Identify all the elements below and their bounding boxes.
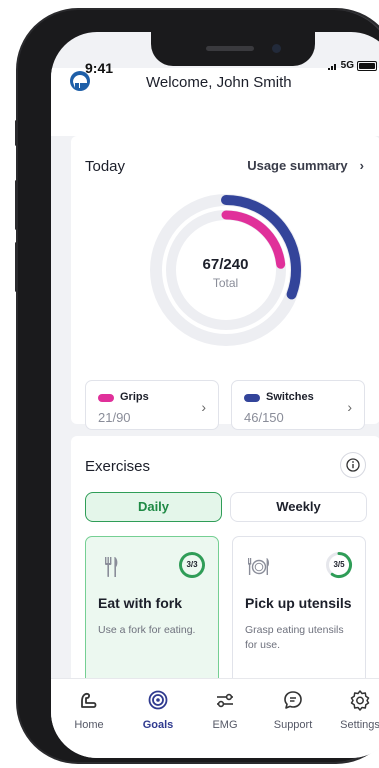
exercise-progress: 3/5 <box>333 560 345 569</box>
exercise-name: Eat with fork <box>98 595 183 611</box>
tab-emg[interactable]: EMG <box>195 689 255 731</box>
network-label: 5G <box>340 60 354 71</box>
info-icon <box>346 458 360 472</box>
exercise-progress: 3/3 <box>186 560 198 569</box>
exercises-title: Exercises <box>85 458 151 475</box>
speaker <box>206 46 254 51</box>
tab-support-label: Support <box>273 719 313 731</box>
chevron-right-icon: › <box>201 399 206 415</box>
tab-daily[interactable]: Daily <box>85 492 222 522</box>
battery-icon <box>357 60 377 71</box>
phone-screen: 9:41 5G Welcome, John Smith Today Usage … <box>51 32 379 758</box>
exercise-name: Pick up utensils <box>245 595 352 611</box>
switches-stat-button[interactable]: Switches 46/150 › <box>231 380 365 430</box>
grips-label: Grips <box>120 391 149 403</box>
tab-home-label: Home <box>74 719 104 731</box>
grips-value: 21/90 <box>98 410 131 425</box>
tab-settings-label: Settings <box>340 719 379 731</box>
switches-legend-swatch <box>244 394 260 402</box>
tab-goals-label: Goals <box>142 719 174 731</box>
grips-stat-button[interactable]: Grips 21/90 › <box>85 380 219 430</box>
today-card: Today Usage summary › 67/240 Total Grips… <box>71 136 379 430</box>
exercise-description: Grasp eating utensils for use. <box>245 624 344 651</box>
chevron-right-icon: › <box>347 399 352 415</box>
bottom-tab-bar: Home Goals EMG Support Settings <box>51 678 379 758</box>
tab-support[interactable]: Support <box>263 689 323 731</box>
grips-legend-swatch <box>98 394 114 402</box>
info-button[interactable] <box>340 452 366 478</box>
switches-value: 46/150 <box>244 410 284 425</box>
usage-summary-label: Usage summary <box>247 158 348 173</box>
today-title: Today <box>85 158 126 175</box>
tab-home[interactable]: Home <box>59 689 119 731</box>
home-arm-icon <box>81 692 97 708</box>
status-indicators: 5G <box>327 60 377 71</box>
exercise-description: Use a fork for eating. <box>98 624 196 636</box>
usage-summary-link[interactable]: Usage summary › <box>247 158 364 173</box>
switches-label: Switches <box>266 391 314 403</box>
total-value: 67/240 <box>202 256 249 273</box>
camera <box>272 44 281 53</box>
notch <box>151 32 315 66</box>
fork-knife-icon <box>105 557 118 577</box>
plate-utensils-icon <box>248 558 270 575</box>
signal-icon <box>327 63 336 70</box>
chat-bubble-icon <box>284 691 302 709</box>
sliders-icon <box>217 693 233 708</box>
tab-weekly[interactable]: Weekly <box>230 492 367 522</box>
volume-down-button <box>15 242 18 292</box>
total-label: Total <box>212 276 239 290</box>
welcome-title: Welcome, John Smith <box>146 74 292 91</box>
app-logo-icon[interactable] <box>69 70 91 92</box>
volume-up-button <box>15 180 18 230</box>
tab-settings[interactable]: Settings <box>330 689 379 731</box>
tab-goals[interactable]: Goals <box>128 689 188 731</box>
chevron-right-icon: › <box>359 158 364 173</box>
phone-frame: 9:41 5G Welcome, John Smith Today Usage … <box>15 10 379 762</box>
tab-emg-label: EMG <box>212 719 238 731</box>
mute-switch <box>15 120 18 146</box>
target-icon <box>148 690 168 710</box>
gear-icon <box>350 690 370 711</box>
exercises-card: Exercises Daily Weekly 3/3 Eat with fork… <box>71 436 379 706</box>
